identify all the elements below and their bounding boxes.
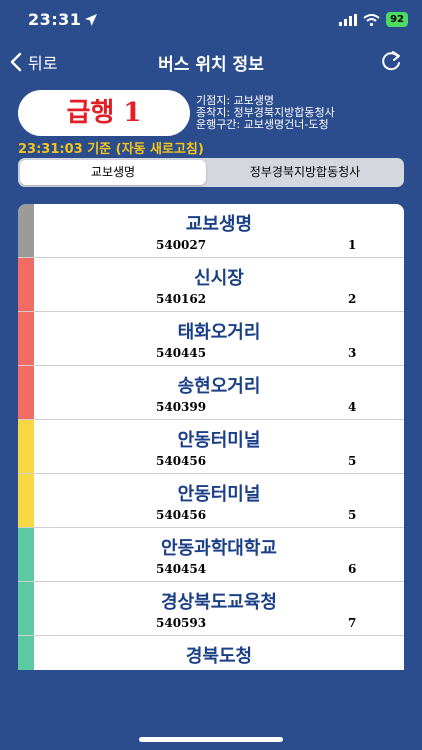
stop-row[interactable]: 태화오거리 540445 3 — [18, 312, 404, 366]
stop-name: 안동터미널 — [177, 430, 261, 451]
stop-name: 경상북도교육청 — [161, 592, 277, 613]
stop-row[interactable]: 안동터미널 540456 5 — [18, 420, 404, 474]
route-info: 기점지: 교보생명 종착지: 정부경북지방합동청사 운행구간: 교보생명건너-도… — [196, 95, 335, 131]
bus-status-color-bar — [18, 474, 34, 527]
stop-id: 540399 — [156, 400, 207, 414]
bus-status-color-bar — [18, 420, 34, 473]
stop-row[interactable]: 교보생명 540027 1 — [18, 204, 404, 258]
stop-id: 540593 — [156, 616, 207, 630]
battery-indicator: 92 — [386, 12, 408, 27]
segment-option-start[interactable]: 교보생명 — [20, 160, 206, 185]
status-icons: 92 — [339, 12, 408, 27]
status-time: 23:31 — [28, 10, 82, 29]
stop-row[interactable]: 안동과학대학교 540454 6 — [18, 528, 404, 582]
bus-status-color-bar — [18, 258, 34, 311]
stop-name: 안동과학대학교 — [161, 538, 277, 559]
stop-id: 540027 — [156, 238, 207, 252]
stop-row[interactable]: 신시장 540162 2 — [18, 258, 404, 312]
bus-status-color-bar — [18, 366, 34, 419]
refresh-icon[interactable] — [378, 48, 404, 74]
stop-sequence: 1 — [348, 238, 357, 252]
stop-name: 경북도청 — [185, 646, 253, 667]
route-name-badge: 급행 1 — [18, 90, 190, 136]
stop-id: 540456 — [156, 508, 207, 522]
stop-sequence: 5 — [348, 508, 357, 522]
stop-id: 540456 — [156, 454, 207, 468]
stop-id: 540445 — [156, 346, 207, 360]
stop-name: 태화오거리 — [177, 322, 261, 343]
stop-sequence: 6 — [348, 562, 357, 576]
status-bar: 23:31 92 — [0, 0, 422, 44]
bus-status-color-bar — [18, 528, 34, 581]
direction-segment-control: 교보생명 정부경북지방합동청사 — [18, 158, 404, 187]
stop-id: 540454 — [156, 562, 207, 576]
stop-name: 교보생명 — [185, 214, 253, 235]
cellular-signal-icon — [339, 13, 358, 26]
navigation-bar: 뒤로 버스 위치 정보 — [0, 44, 422, 80]
stop-row[interactable]: 송현오거리 540399 4 — [18, 366, 404, 420]
bus-status-color-bar — [18, 636, 34, 670]
stop-name: 신시장 — [194, 268, 244, 289]
page-title: 버스 위치 정보 — [158, 55, 264, 75]
stop-sequence: 7 — [348, 616, 357, 630]
stop-sequence: 5 — [348, 454, 357, 468]
route-section: 운행구간: 교보생명건너-도청 — [196, 118, 329, 131]
bus-status-color-bar — [18, 312, 34, 365]
bus-status-color-bar — [18, 204, 34, 257]
stop-row[interactable]: 안동터미널 540456 5 — [18, 474, 404, 528]
segment-option-end[interactable]: 정부경북지방합동청사 — [208, 160, 402, 185]
stop-sequence: 4 — [348, 400, 357, 414]
stop-id: 540162 — [156, 292, 207, 306]
bus-status-color-bar — [18, 582, 34, 635]
update-time-label: 23:31:03 기준 (자동 새로고침) — [18, 142, 204, 157]
stop-sequence: 2 — [348, 292, 357, 306]
home-indicator — [139, 737, 283, 742]
stop-sequence: 3 — [348, 346, 357, 360]
location-arrow-icon — [85, 14, 97, 26]
stop-row[interactable]: 경북도청5405898 — [18, 636, 404, 670]
stop-list: 교보생명 540027 1 신시장 540162 2 태화오거리 540445 3 송현오거리 54… — [18, 204, 404, 670]
wifi-icon — [363, 13, 380, 26]
stop-row[interactable]: 경상북도교육청 540593 7 — [18, 582, 404, 636]
stop-name: 안동터미널 — [177, 484, 261, 505]
stop-name: 송현오거리 — [177, 376, 261, 397]
